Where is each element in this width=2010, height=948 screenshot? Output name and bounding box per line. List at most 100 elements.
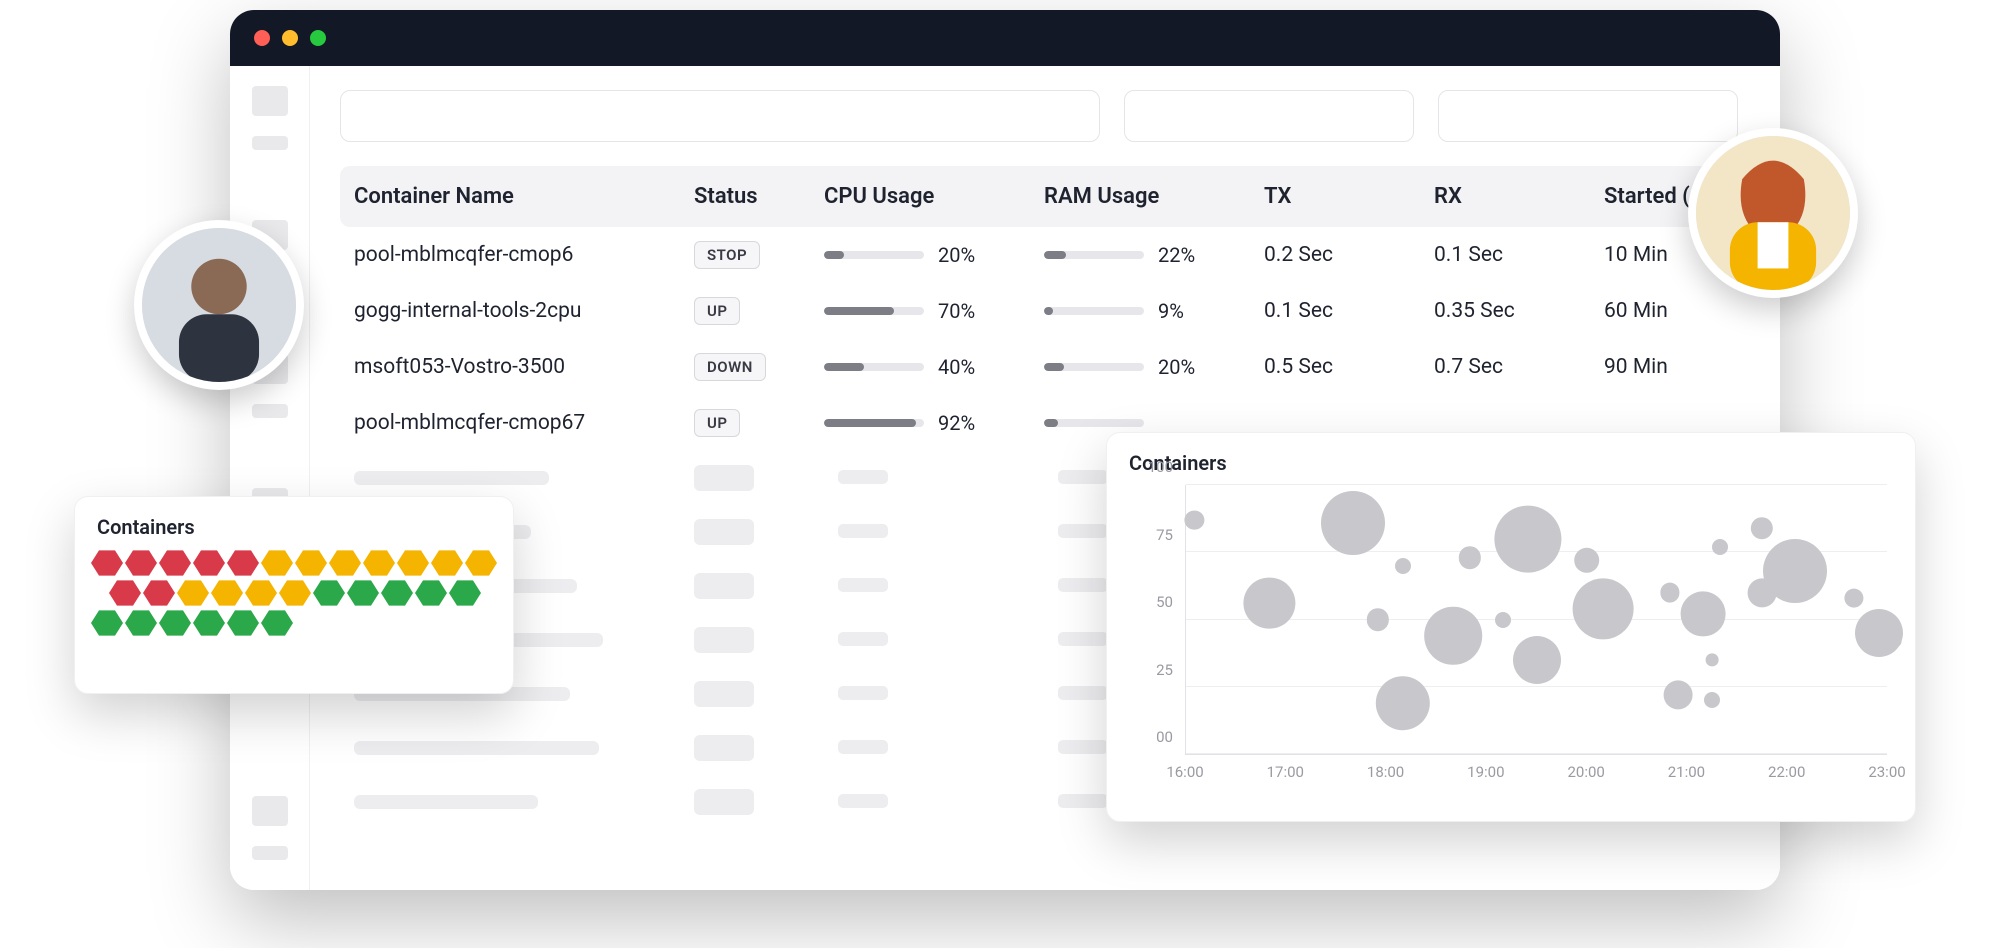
x-axis-tick: 20:00 <box>1567 763 1604 781</box>
container-hex-red[interactable] <box>143 579 175 607</box>
container-hex-yellow[interactable] <box>211 579 243 607</box>
chart-bubble[interactable] <box>1424 607 1482 665</box>
cell-cpu: 70% <box>810 283 1030 339</box>
chart-bubble[interactable] <box>1495 505 1562 572</box>
sidebar-item[interactable] <box>252 796 288 826</box>
filter-dropdown[interactable] <box>1438 90 1738 142</box>
container-hex-yellow[interactable] <box>245 579 277 607</box>
container-hex-red[interactable] <box>193 549 225 577</box>
col-header-name[interactable]: Container Name <box>340 166 680 227</box>
container-hex-yellow[interactable] <box>295 549 327 577</box>
container-hex-yellow[interactable] <box>363 549 395 577</box>
chart-bubble[interactable] <box>1395 558 1411 574</box>
chart-bubble[interactable] <box>1751 517 1773 539</box>
container-hex-red[interactable] <box>125 549 157 577</box>
cell-tx: 0.5 Sec <box>1250 339 1420 395</box>
chart-bubble[interactable] <box>1513 636 1561 684</box>
x-axis-tick: 16:00 <box>1166 763 1203 781</box>
progress-value: 22% <box>1158 243 1195 267</box>
container-hex-green[interactable] <box>381 579 413 607</box>
chart-bubble[interactable] <box>1185 510 1204 529</box>
container-hex-green[interactable] <box>449 579 481 607</box>
container-hex-yellow[interactable] <box>329 549 361 577</box>
card-title: Containers <box>1107 433 1915 485</box>
container-hex-yellow[interactable] <box>177 579 209 607</box>
chart-bubble[interactable] <box>1681 592 1726 637</box>
container-hex-red[interactable] <box>159 549 191 577</box>
cell-rx: 0.1 Sec <box>1420 227 1590 283</box>
window-maximize-icon[interactable] <box>310 30 326 46</box>
container-hex-green[interactable] <box>159 609 191 637</box>
chart-bubble[interactable] <box>1376 676 1430 730</box>
container-hex-green[interactable] <box>313 579 345 607</box>
chart-bubble[interactable] <box>1495 612 1511 628</box>
container-hex-green[interactable] <box>193 609 225 637</box>
cell-tx: 0.1 Sec <box>1250 283 1420 339</box>
avatar <box>1688 128 1858 298</box>
col-header-cpu[interactable]: CPU Usage <box>810 166 1030 227</box>
status-badge: UP <box>694 409 740 437</box>
cell-cpu: 20% <box>810 227 1030 283</box>
containers-status-card: Containers <box>74 496 514 694</box>
container-hex-green[interactable] <box>91 609 123 637</box>
filter-dropdown[interactable] <box>1124 90 1414 142</box>
table-row[interactable]: gogg-internal-tools-2cpuUP70%9%0.1 Sec0.… <box>340 283 1760 339</box>
status-badge: DOWN <box>694 353 766 381</box>
cell-container-name: gogg-internal-tools-2cpu <box>340 283 680 339</box>
cell-status: DOWN <box>680 339 810 395</box>
table-row[interactable]: pool-mblmcqfer-cmop6STOP20%22%0.2 Sec0.1… <box>340 227 1760 283</box>
container-hex-green[interactable] <box>415 579 447 607</box>
container-hex-green[interactable] <box>347 579 379 607</box>
col-header-status[interactable]: Status <box>680 166 810 227</box>
chart-bubble[interactable] <box>1573 578 1634 639</box>
y-axis-tick: 25 <box>1156 661 1173 679</box>
chart-bubble[interactable] <box>1844 588 1863 607</box>
cell-started: 60 Min <box>1590 283 1760 339</box>
container-hex-yellow[interactable] <box>397 549 429 577</box>
col-header-tx[interactable]: TX <box>1250 166 1420 227</box>
sidebar-item[interactable] <box>252 404 288 418</box>
chart-bubble[interactable] <box>1244 578 1295 629</box>
container-hex-yellow[interactable] <box>261 549 293 577</box>
container-hex-yellow[interactable] <box>279 579 311 607</box>
progress-bar <box>824 363 924 371</box>
container-hex-yellow[interactable] <box>431 549 463 577</box>
container-hex-green[interactable] <box>227 609 259 637</box>
chart-bubble[interactable] <box>1889 635 1902 648</box>
window-minimize-icon[interactable] <box>282 30 298 46</box>
container-hex-red[interactable] <box>227 549 259 577</box>
status-badge: UP <box>694 297 740 325</box>
cell-container-name: pool-mblmcqfer-cmop67 <box>340 395 680 451</box>
chart-bubble[interactable] <box>1664 680 1693 709</box>
chart-bubble[interactable] <box>1763 539 1827 603</box>
sidebar-item[interactable] <box>252 86 288 116</box>
chart-bubble[interactable] <box>1367 608 1389 630</box>
search-input[interactable] <box>340 90 1100 142</box>
container-hex-red[interactable] <box>91 549 123 577</box>
cell-status: STOP <box>680 227 810 283</box>
avatar <box>134 220 304 390</box>
chart-bubble[interactable] <box>1705 653 1718 666</box>
chart-bubble[interactable] <box>1574 548 1600 574</box>
container-hex-yellow[interactable] <box>465 549 497 577</box>
chart-bubble[interactable] <box>1704 692 1720 708</box>
container-hex-red[interactable] <box>109 579 141 607</box>
progress-bar <box>1044 307 1144 315</box>
cell-started: 90 Min <box>1590 339 1760 395</box>
y-axis-tick: 00 <box>1156 728 1173 746</box>
col-header-rx[interactable]: RX <box>1420 166 1590 227</box>
col-header-ram[interactable]: RAM Usage <box>1030 166 1250 227</box>
chart-bubble[interactable] <box>1660 583 1679 602</box>
container-hex-green[interactable] <box>125 609 157 637</box>
chart-bubble[interactable] <box>1855 609 1903 657</box>
chart-bubble[interactable] <box>1712 539 1728 555</box>
progress-bar <box>1044 363 1144 371</box>
sidebar-item[interactable] <box>252 136 288 150</box>
bubble-chart: 00255075100 16:0017:0018:0019:0020:0021:… <box>1135 485 1887 785</box>
sidebar-item[interactable] <box>252 846 288 860</box>
chart-bubble[interactable] <box>1321 491 1385 555</box>
table-row[interactable]: msoft053-Vostro-3500DOWN40%20%0.5 Sec0.7… <box>340 339 1760 395</box>
chart-bubble[interactable] <box>1459 546 1481 568</box>
window-close-icon[interactable] <box>254 30 270 46</box>
container-hex-green[interactable] <box>261 609 293 637</box>
